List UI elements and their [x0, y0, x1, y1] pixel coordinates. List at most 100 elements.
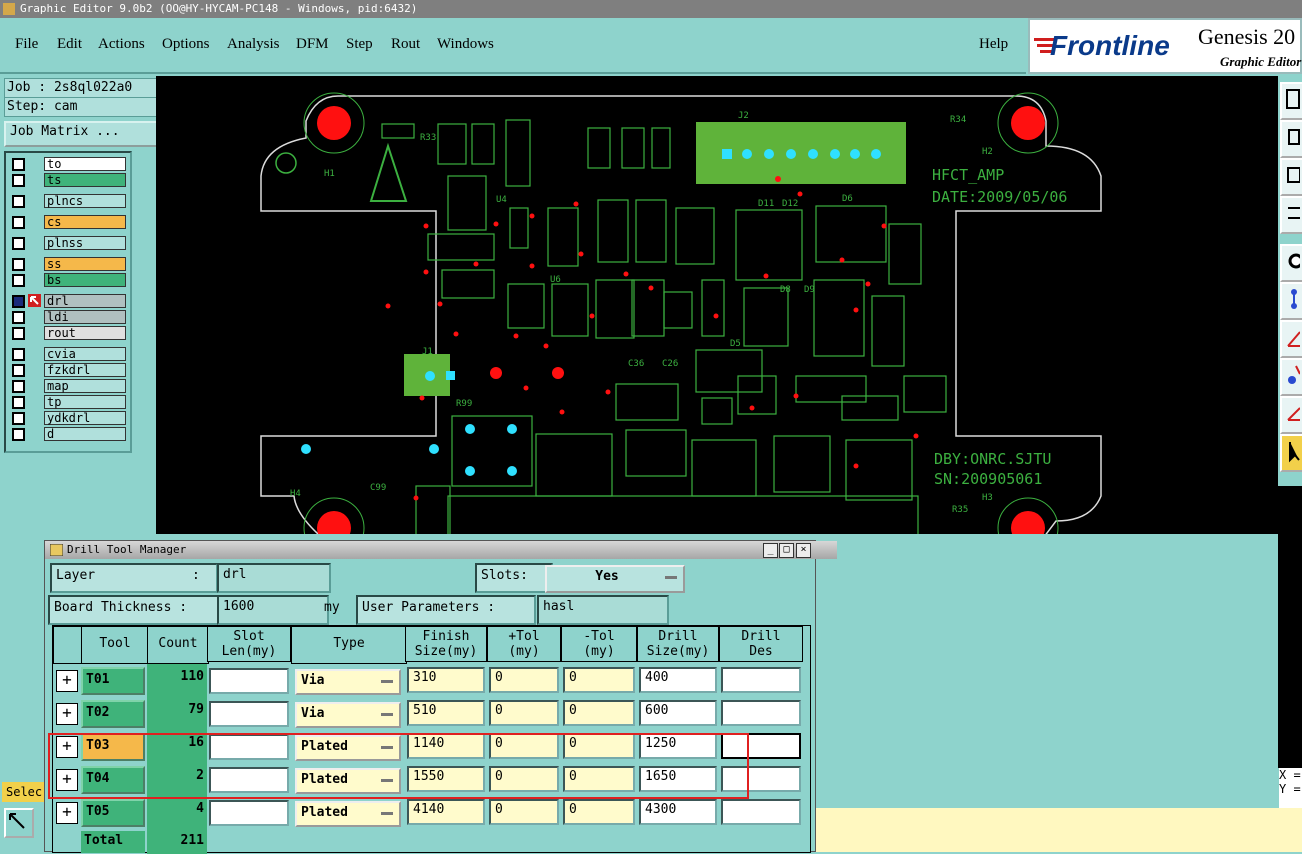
menu-edit[interactable]: Edit [57, 36, 82, 53]
drill-size-input[interactable]: 4300 [639, 799, 717, 825]
tool-cell[interactable]: T04 [81, 766, 145, 794]
layer-checkbox[interactable] [12, 348, 25, 361]
type-dropdown[interactable]: Plated [295, 735, 401, 761]
layer-name[interactable]: cvia [44, 347, 126, 361]
slot-len-input[interactable] [209, 734, 289, 760]
expand-icon[interactable]: + [56, 736, 78, 758]
menu-file[interactable]: File [15, 36, 38, 53]
menu-rout[interactable]: Rout [391, 36, 420, 53]
tool-move-button[interactable] [1280, 120, 1302, 158]
layer-field[interactable]: drl [217, 563, 331, 593]
minus-tol-input[interactable]: 0 [563, 667, 635, 693]
job-matrix-button[interactable]: Job Matrix ... [4, 121, 159, 147]
drill-size-input[interactable]: 1250 [639, 733, 717, 759]
layer-name[interactable]: drl [44, 294, 126, 308]
layer-name[interactable]: plnss [44, 236, 126, 250]
tool-point-button[interactable] [1280, 358, 1302, 396]
layer-checkbox[interactable] [12, 311, 25, 324]
slot-len-input[interactable] [209, 800, 289, 826]
layer-checkbox[interactable] [12, 295, 25, 308]
layer-checkbox[interactable] [12, 428, 25, 441]
layer-name[interactable]: cs [44, 215, 126, 229]
layer-row-ts[interactable]: ts [8, 173, 126, 187]
layer-checkbox[interactable] [12, 237, 25, 250]
layer-name[interactable]: map [44, 379, 126, 393]
drill-des-input[interactable] [721, 700, 801, 726]
expand-icon[interactable]: + [56, 802, 78, 824]
plus-tol-input[interactable]: 0 [489, 667, 559, 693]
minus-tol-input[interactable]: 0 [563, 766, 635, 792]
tool-net-button[interactable] [1280, 282, 1302, 320]
layer-row-d[interactable]: d [8, 427, 126, 441]
layer-name[interactable]: fzkdrl [44, 363, 126, 377]
layer-row-plncs[interactable]: plncs [8, 194, 126, 208]
tool-copy-button[interactable] [1280, 82, 1302, 120]
layer-row-fzkdrl[interactable]: fzkdrl [8, 363, 126, 377]
layer-row-map[interactable]: map [8, 379, 126, 393]
drill-des-input[interactable] [721, 766, 801, 792]
layer-checkbox[interactable] [12, 327, 25, 340]
minimize-icon[interactable]: _ [763, 543, 778, 558]
layer-name[interactable]: plncs [44, 194, 126, 208]
menu-help[interactable]: Help [979, 36, 1008, 53]
minus-tol-input[interactable]: 0 [563, 733, 635, 759]
close-icon[interactable]: × [796, 543, 811, 558]
slots-dropdown[interactable]: Yes [545, 565, 685, 593]
type-dropdown[interactable]: Via [295, 702, 401, 728]
maximize-icon[interactable]: □ [779, 543, 794, 558]
layer-row-tp[interactable]: tp [8, 395, 126, 409]
layer-name[interactable]: ydkdrl [44, 411, 126, 425]
tool-circle-button[interactable] [1280, 244, 1302, 282]
type-dropdown[interactable]: Plated [295, 801, 401, 827]
layer-checkbox[interactable] [12, 364, 25, 377]
tool-cell[interactable]: T01 [81, 667, 145, 695]
layer-checkbox[interactable] [12, 412, 25, 425]
tool-cell[interactable]: T02 [81, 700, 145, 728]
layer-row-rout[interactable]: rout [8, 326, 126, 340]
drill-des-input[interactable] [721, 667, 801, 693]
tool-cell[interactable]: T05 [81, 799, 145, 827]
drill-des-input[interactable] [721, 733, 801, 759]
layer-name[interactable]: rout [44, 326, 126, 340]
board-thickness-field[interactable]: 1600 [217, 595, 329, 625]
expand-icon[interactable]: + [56, 670, 78, 692]
layer-row-drl[interactable]: drl [8, 294, 126, 308]
finish-size-input[interactable]: 4140 [407, 799, 485, 825]
layer-checkbox[interactable] [12, 158, 25, 171]
plus-tol-input[interactable]: 0 [489, 766, 559, 792]
type-dropdown[interactable]: Plated [295, 768, 401, 794]
zoom-tool-button[interactable] [4, 808, 34, 838]
expand-icon[interactable]: + [56, 769, 78, 791]
layer-name[interactable]: bs [44, 273, 126, 287]
select-button[interactable]: Selec [2, 782, 46, 802]
menu-dfm[interactable]: DFM [296, 36, 329, 53]
tool-line-button[interactable] [1280, 320, 1302, 358]
drill-size-input[interactable]: 600 [639, 700, 717, 726]
layer-row-bs[interactable]: bs [8, 273, 126, 287]
layer-checkbox[interactable] [12, 174, 25, 187]
plus-tol-input[interactable]: 0 [489, 733, 559, 759]
layer-checkbox[interactable] [12, 258, 25, 271]
slot-len-input[interactable] [209, 701, 289, 727]
type-dropdown[interactable]: Via [295, 669, 401, 695]
drill-des-input[interactable] [721, 799, 801, 825]
graphic-canvas[interactable]: HFCT_AMP DATE:2009/05/06 DBY:ONRC.SJTU S… [156, 76, 1278, 559]
layer-name[interactable]: tp [44, 395, 126, 409]
tool-select-button[interactable] [1280, 434, 1302, 472]
finish-size-input[interactable]: 310 [407, 667, 485, 693]
tool-measure-button[interactable] [1280, 196, 1302, 234]
layer-checkbox[interactable] [12, 380, 25, 393]
menu-actions[interactable]: Actions [98, 36, 145, 53]
layer-row-to[interactable]: to [8, 157, 126, 171]
minus-tol-input[interactable]: 0 [563, 700, 635, 726]
tool-angle-button[interactable] [1280, 396, 1302, 434]
menu-analysis[interactable]: Analysis [227, 36, 280, 53]
finish-size-input[interactable]: 1550 [407, 766, 485, 792]
menu-step[interactable]: Step [346, 36, 373, 53]
drill-size-input[interactable]: 1650 [639, 766, 717, 792]
layer-name[interactable]: ss [44, 257, 126, 271]
finish-size-input[interactable]: 510 [407, 700, 485, 726]
tool-cell[interactable]: T03 [81, 733, 145, 761]
layer-row-cs[interactable]: cs [8, 215, 126, 229]
layer-checkbox[interactable] [12, 274, 25, 287]
